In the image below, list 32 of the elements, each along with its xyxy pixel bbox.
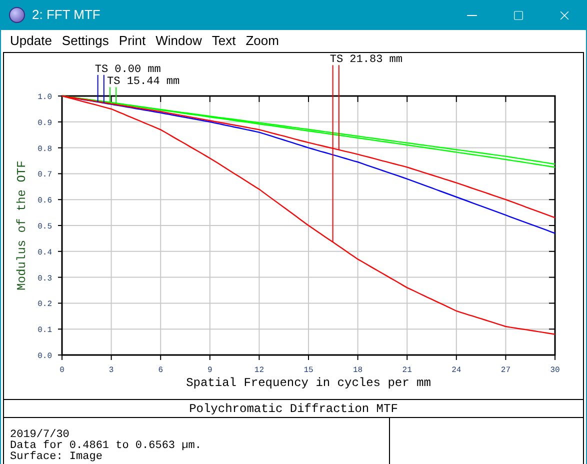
info-line: Surface: Image [10,452,104,463]
y-tick-label: 0.5 [38,222,52,232]
y-tick-label: 0.4 [38,248,52,258]
y-tick-label: 0.6 [38,196,52,206]
info-line: Data for 0.4861 to 0.6563 µm. [10,441,202,452]
y-tick-label: 0.9 [38,118,52,128]
x-tick-label: 9 [208,366,212,375]
x-tick-label: 18 [353,366,363,375]
y-tick-label: 0.3 [38,274,52,284]
y-tick-label: 0.7 [38,170,52,180]
field-label: TS 21.83 mm [330,54,402,66]
y-tick-label: 0.8 [38,144,52,154]
field-label: TS 0.00 mm [94,64,161,76]
info-line: 2019/7/30 [10,430,70,441]
x-tick-label: 3 [108,366,114,375]
x-tick-label: 15 [304,366,314,375]
y-tick-label: 1.0 [38,93,52,102]
x-tick-label: 27 [500,366,510,375]
y-tick-label: 0.0 [38,352,52,361]
x-tick-label: 24 [452,366,462,375]
window-title: 2: FFT MTF [32,6,100,24]
x-tick-label: 30 [550,366,560,375]
y-tick-label: 0.2 [38,300,52,310]
plot-title: Polychromatic Diffraction MTF [189,400,398,418]
y-tick-label: 0.1 [38,326,52,336]
y-axis-title: Modulus of the OTF [15,160,29,290]
x-tick-label: 0 [60,366,64,375]
x-axis-title: Spatial Frequency in cycles per mm [186,376,431,390]
x-tick-label: 12 [254,366,264,375]
x-tick-label: 6 [158,366,163,375]
field-label: TS 15.44 mm [107,76,180,88]
x-tick-label: 21 [402,366,412,375]
